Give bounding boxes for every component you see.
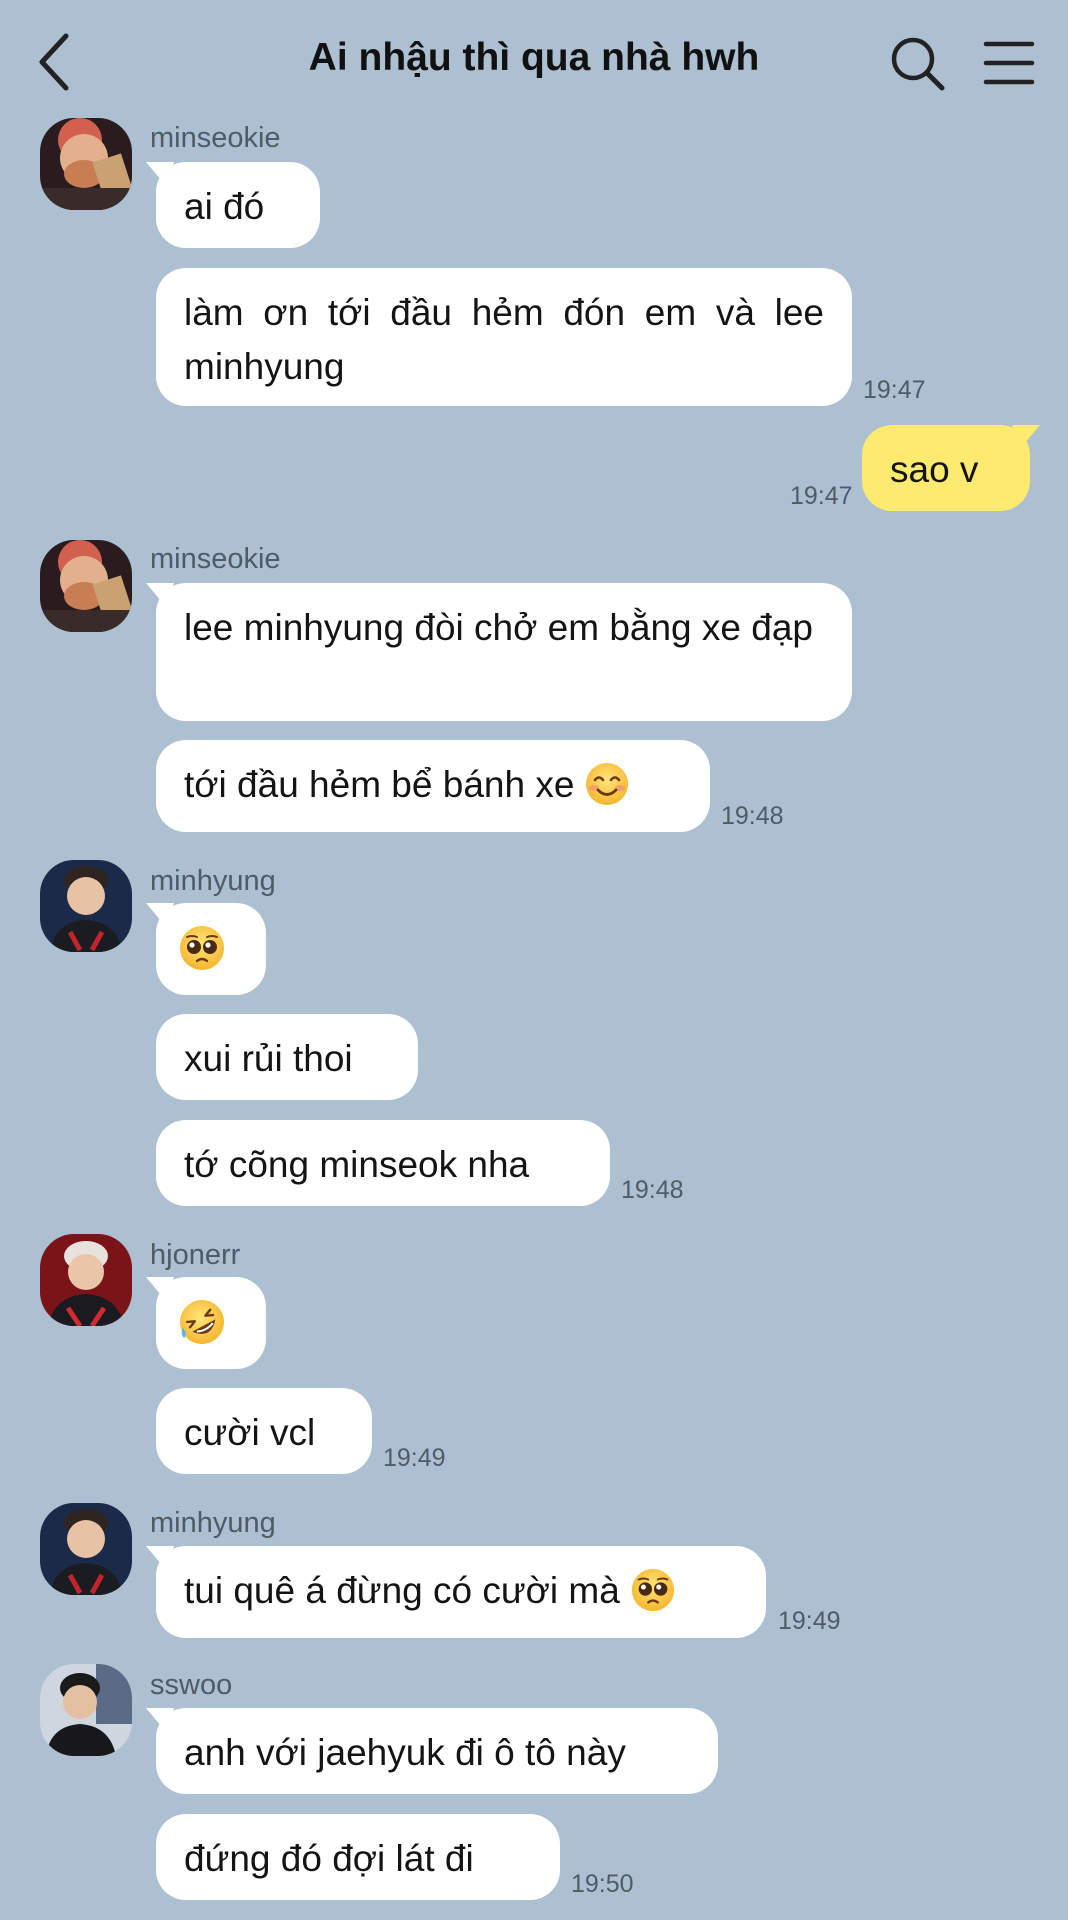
sender-name: minhyung	[150, 865, 276, 897]
sender-name: minseokie	[150, 543, 281, 575]
message-text: ai đó	[184, 186, 265, 227]
message-text: đứng đó đợi lát đi	[184, 1838, 474, 1879]
message-bubble[interactable]: ai đó	[146, 162, 320, 248]
chat-header: Ai nhậu thì qua nhà hwh	[0, 0, 1068, 120]
menu-button[interactable]	[982, 38, 1036, 88]
bubble-tail	[146, 162, 174, 186]
message-time: 19:48	[621, 1176, 684, 1204]
message-time: 19:49	[383, 1444, 446, 1472]
avatar-hjonerr[interactable]	[40, 1234, 132, 1326]
message-time: 19:47	[790, 482, 853, 510]
message-bubble[interactable]: anh với jaehyuk đi ô tô này	[146, 1708, 718, 1794]
chat-title: Ai nhậu thì qua nhà hwh	[308, 36, 760, 79]
message-bubble[interactable]: tớ cõng minseok nha	[156, 1120, 610, 1206]
message-time: 19:48	[721, 802, 784, 830]
message-bubble[interactable]: tới đầu hẻm bể bánh xe	[156, 740, 710, 832]
avatar-minhyung[interactable]	[40, 860, 132, 952]
message-time: 19:49	[778, 1607, 841, 1635]
message-text: anh với jaehyuk đi ô tô này	[184, 1732, 626, 1773]
message-bubble[interactable]: làm ơn tới đầu hẻm đón em và lee minhyun…	[156, 268, 852, 406]
smiling-face-emoji	[586, 763, 629, 805]
bubble-tail	[1012, 425, 1040, 449]
avatar-minhyung[interactable]	[40, 1503, 132, 1595]
sender-name: sswoo	[150, 1669, 233, 1701]
message-bubble[interactable]: đứng đó đợi lát đi	[156, 1814, 560, 1900]
message-text: tớ cõng minseok nha	[184, 1144, 530, 1185]
rolling-laughing-emoji	[180, 1300, 224, 1344]
bubble-tail	[146, 583, 174, 607]
message-text: làm ơn tới đầu hẻm đón em và lee minhyun…	[184, 292, 824, 387]
avatar-minseokie[interactable]	[40, 540, 132, 632]
message-bubble[interactable]: xui rủi thoi	[156, 1014, 418, 1100]
bubble-tail	[146, 903, 174, 927]
sender-name: minhyung	[150, 1507, 276, 1539]
search-button[interactable]	[888, 34, 948, 94]
back-button[interactable]	[30, 28, 82, 96]
message-text: cười vcl	[184, 1412, 316, 1453]
message-bubble[interactable]: tui quê á đừng có cười mà	[146, 1546, 766, 1638]
search-icon	[891, 37, 945, 91]
message-time: 19:47	[863, 376, 926, 404]
message-bubble[interactable]	[146, 1277, 266, 1369]
message-text: xui rủi thoi	[184, 1038, 353, 1079]
sender-name: hjonerr	[150, 1239, 241, 1271]
message-time: 19:50	[571, 1870, 634, 1898]
pleading-face-emoji	[180, 926, 224, 970]
sender-name: minseokie	[150, 122, 281, 154]
message-text: tui quê á đừng có cười mà	[184, 1570, 620, 1611]
chevron-left-icon	[39, 33, 69, 91]
avatar-minseokie[interactable]	[40, 118, 132, 210]
bubble-tail	[146, 1546, 174, 1570]
bubble-tail	[146, 1277, 174, 1301]
message-bubble[interactable]: lee minhyung đòi chở em bằng xe đạp	[146, 583, 852, 721]
pleading-face-emoji	[631, 1568, 674, 1612]
message-text: sao v	[890, 449, 979, 490]
message-bubble[interactable]	[146, 903, 266, 995]
message-text: tới đầu hẻm bể bánh xe	[184, 764, 575, 805]
avatar-sswoo[interactable]	[40, 1664, 132, 1756]
my-message-bubble[interactable]: sao v	[862, 425, 1040, 511]
hamburger-menu-icon	[983, 41, 1035, 85]
message-bubble[interactable]: cười vcl	[156, 1388, 372, 1474]
message-text: lee minhyung đòi chở em bằng xe đạp	[184, 607, 813, 648]
bubble-tail	[146, 1708, 174, 1732]
